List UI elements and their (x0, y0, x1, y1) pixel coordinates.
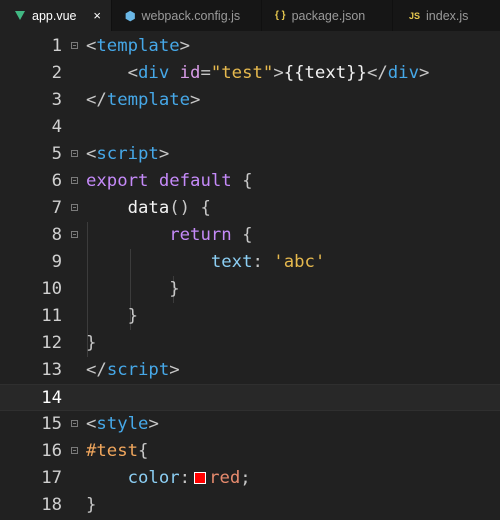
code-text: <template> (86, 36, 191, 56)
code-line: 12 } (0, 330, 500, 357)
code-line: 8 return { (0, 222, 500, 249)
code-line: 13 </script> (0, 357, 500, 384)
fold-icon[interactable] (71, 42, 78, 49)
fold-icon[interactable] (71, 150, 78, 157)
code-line: 16 #test{ (0, 438, 500, 465)
tab-label: package.json (291, 8, 366, 23)
code-line: 3 </template> (0, 87, 500, 114)
line-number: 8 (51, 225, 62, 245)
tab-bar: app.vue × ⬢ webpack.config.js { } packag… (0, 0, 500, 31)
line-number: 2 (51, 63, 62, 83)
line-number: 1 (51, 36, 62, 56)
code-line: 17 color: red; (0, 465, 500, 492)
tab-package-json[interactable]: { } package.json (262, 0, 393, 31)
code-text: } (86, 495, 97, 515)
tab-webpack-config[interactable]: ⬢ webpack.config.js (112, 0, 262, 31)
line-number: 4 (51, 117, 62, 137)
close-icon[interactable]: × (93, 8, 101, 23)
code-text: } (169, 279, 180, 299)
tab-index-js[interactable]: JS index.js (393, 0, 500, 31)
line-number: 7 (51, 198, 62, 218)
fold-icon[interactable] (71, 204, 78, 211)
line-number: 9 (51, 252, 62, 272)
color-swatch-icon[interactable] (194, 472, 207, 484)
code-text: } (86, 333, 97, 353)
vue-icon (15, 11, 25, 20)
code-line: 2 <div id="test">{{text}}</div> (0, 60, 500, 87)
json-icon: { } (275, 10, 286, 21)
code-text: text: 'abc' (210, 252, 326, 272)
line-number: 11 (41, 306, 62, 326)
code-text: <script> (86, 144, 170, 164)
tab-label: index.js (426, 8, 469, 23)
fold-icon[interactable] (71, 447, 78, 454)
line-number: 12 (41, 333, 62, 353)
tab-app-vue[interactable]: app.vue × (0, 0, 112, 31)
code-line: 15 <style> (0, 411, 500, 438)
line-number: 10 (41, 279, 62, 299)
line-number: 5 (51, 144, 62, 164)
tab-label: app.vue (32, 8, 77, 23)
code-line: 10 } (0, 276, 500, 303)
code-text: </script> (86, 360, 180, 380)
code-line: 4 (0, 114, 500, 141)
code-text: </template> (86, 90, 201, 110)
line-number: 17 (41, 468, 62, 488)
code-line: 11 } (0, 303, 500, 330)
code-line: 5 <script> (0, 141, 500, 168)
line-number: 16 (41, 441, 62, 461)
code-text: <div id="test">{{text}}</div> (127, 63, 430, 83)
code-text: <style> (86, 414, 159, 434)
code-line: 9 text: 'abc' (0, 249, 500, 276)
line-number: 15 (41, 414, 62, 434)
line-number: 18 (41, 495, 62, 515)
code-text: return { (169, 225, 253, 245)
line-number: 13 (41, 360, 62, 380)
code-text: data() { (127, 198, 211, 218)
code-line: 18 } (0, 492, 500, 519)
code-text: #test{ (86, 441, 149, 461)
line-number: 6 (51, 171, 62, 191)
fold-icon[interactable] (71, 231, 78, 238)
line-number: 14 (41, 388, 62, 408)
code-line: 7 data() { (0, 195, 500, 222)
code-line: 6 export default { (0, 168, 500, 195)
fold-icon[interactable] (71, 420, 78, 427)
code-editor[interactable]: 1 <template> 2 <div id="test">{{text}}</… (0, 31, 500, 520)
webpack-icon: ⬢ (125, 8, 136, 23)
fold-icon[interactable] (71, 177, 78, 184)
tab-label: webpack.config.js (141, 8, 241, 23)
code-text: color: red; (127, 468, 251, 488)
code-line: 1 <template> (0, 33, 500, 60)
line-number: 3 (51, 90, 62, 110)
js-icon: JS (409, 10, 421, 21)
code-text: } (127, 306, 139, 326)
code-text: export default { (86, 171, 253, 191)
code-line-current: 14 (0, 384, 500, 411)
